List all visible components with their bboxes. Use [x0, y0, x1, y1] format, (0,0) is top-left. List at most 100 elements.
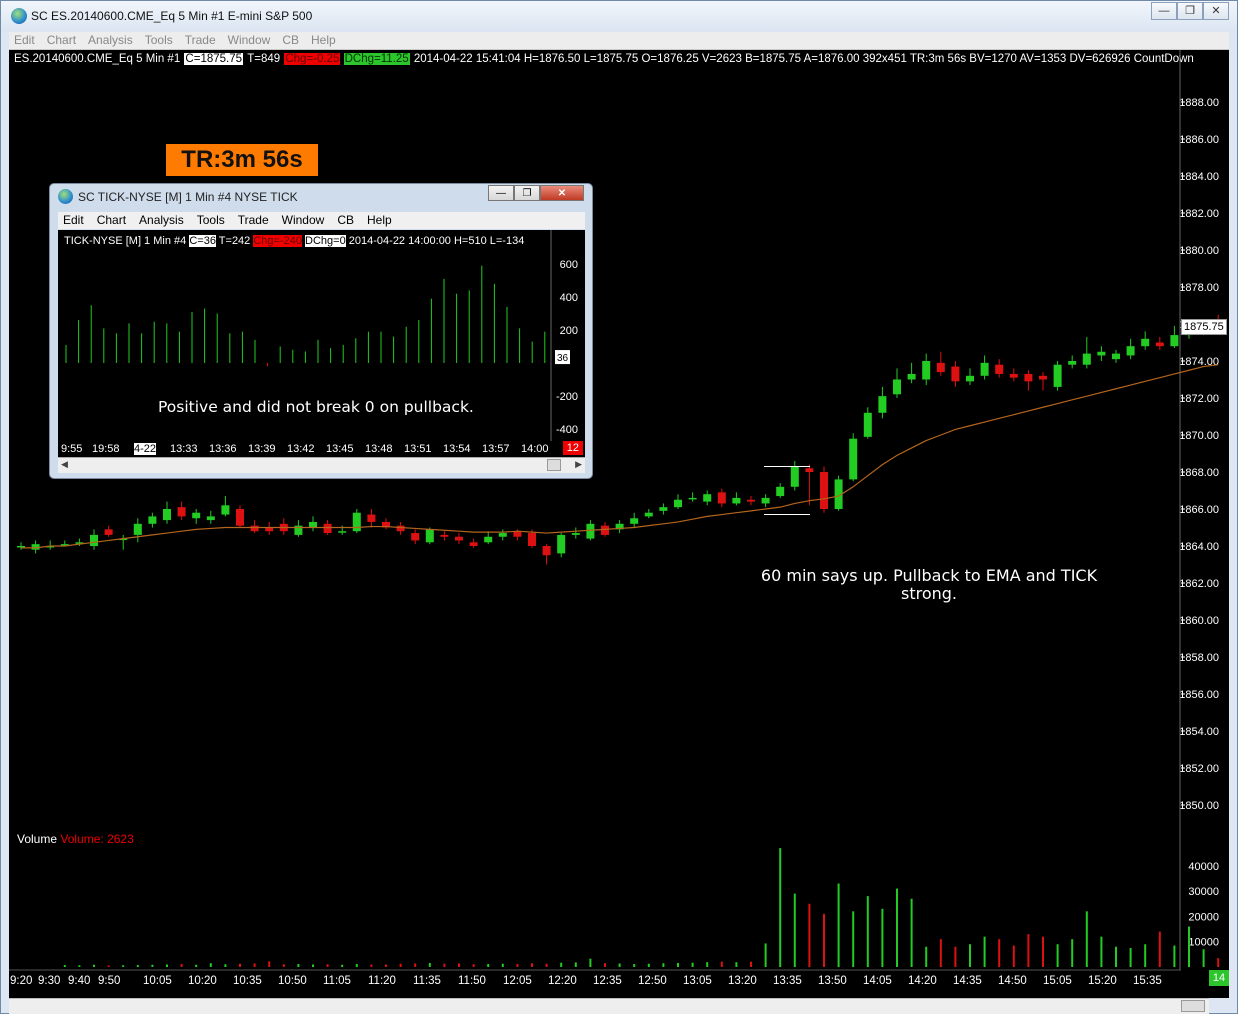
tick-axis-label: 600 [560, 259, 578, 271]
horizontal-scrollbar[interactable] [9, 998, 1209, 1014]
main-window: SC ES.20140600.CME_Eq 5 Min #1 E-mini S&… [0, 0, 1238, 1014]
sub-info-bar: TICK-NYSE [M] 1 Min #4 C=36 T=242 Chg=-2… [64, 235, 524, 247]
candle-body [440, 534, 449, 537]
candle-body [484, 536, 493, 543]
sub-window-title: SC TICK-NYSE [M] 1 Min #4 NYSE TICK [78, 190, 298, 204]
candle-body [455, 536, 463, 541]
candle-body [717, 492, 726, 504]
time-axis-label: 13:20 [728, 975, 757, 987]
candle-body [133, 523, 142, 535]
candle-body [1082, 353, 1091, 365]
price-axis-label: 1856.00 [1179, 689, 1219, 701]
tick-chart[interactable]: 600 400 200 -200 -400 36 TICK-NYSE [M] 1 Min … [58, 230, 585, 441]
sub-info-details: 2014-04-22 14:00:00 H=510 L=-134 [348, 235, 525, 247]
menu-window[interactable]: Window [223, 32, 278, 47]
price-axis-label: 1854.00 [1179, 726, 1219, 738]
sub-menu-trade[interactable]: Trade [233, 212, 277, 227]
candle-body [805, 468, 814, 472]
candle-body [995, 364, 1004, 374]
candle-body [192, 512, 201, 519]
time-axis-label: 12:35 [593, 975, 622, 987]
tick-axis-label: 200 [560, 325, 578, 337]
candle-body [1097, 351, 1106, 356]
candle-body [936, 362, 945, 373]
minimize-button[interactable]: — [1151, 2, 1177, 20]
volume-axis-label: 20000 [1188, 911, 1219, 923]
sub-minimize-button[interactable]: — [488, 185, 514, 201]
time-axis-label: 13:50 [818, 975, 847, 987]
sub-scrollbar[interactable]: ◀ ▶ [58, 457, 585, 473]
sub-restore-button[interactable]: ❐ [514, 185, 540, 201]
time-axis-label: 12:05 [503, 975, 532, 987]
candle-body [221, 505, 230, 515]
sub-menu-help[interactable]: Help [362, 212, 400, 227]
candle-body [571, 533, 580, 535]
sub-time-label: 19:58 [92, 443, 120, 455]
menu-edit[interactable]: Edit [9, 32, 42, 47]
price-axis-label: 1852.00 [1179, 763, 1219, 775]
menu-tools[interactable]: Tools [140, 32, 180, 47]
title-bar[interactable]: SC ES.20140600.CME_Eq 5 Min #1 E-mini S&… [1, 1, 1237, 31]
sub-menu-window[interactable]: Window [277, 212, 333, 227]
candle-body [1170, 335, 1179, 347]
candle-body [674, 499, 682, 508]
volume-axis-label: 30000 [1188, 886, 1219, 898]
volume-label: Volume [17, 832, 58, 846]
price-axis-label: 1866.00 [1179, 504, 1219, 516]
candle-body [323, 523, 332, 534]
sub-badge: 12 [562, 441, 583, 455]
current-price-tag: 1875.75 [1181, 319, 1227, 335]
sub-close-button[interactable]: ✕ [540, 185, 584, 201]
scroll-right-icon[interactable]: ▶ [575, 459, 582, 470]
candle-body [367, 514, 376, 522]
time-axis-label: 10:50 [278, 975, 307, 987]
menu-help[interactable]: Help [306, 32, 343, 47]
volume-value: Volume: 2623 [60, 832, 134, 846]
sub-menu-analysis[interactable]: Analysis [134, 212, 192, 227]
menu-trade[interactable]: Trade [180, 32, 223, 47]
tick-axis-label: -400 [556, 424, 578, 436]
time-axis-label: 10:05 [143, 975, 172, 987]
candle-body [338, 531, 347, 533]
price-axis-label: 1868.00 [1179, 467, 1219, 479]
menu-chart[interactable]: Chart [42, 32, 83, 47]
candle-body [1009, 373, 1018, 378]
time-axis-label: 15:05 [1043, 975, 1072, 987]
time-axis-label: 9:50 [98, 975, 120, 987]
sub-time-label: 13:57 [482, 443, 510, 455]
menu-analysis[interactable]: Analysis [83, 32, 140, 47]
price-axis-label: 1872.00 [1179, 393, 1219, 405]
sub-info-daily-change: DChg=0 [305, 235, 346, 247]
sub-menu-chart[interactable]: Chart [92, 212, 134, 227]
scroll-left-icon[interactable]: ◀ [61, 459, 68, 470]
candle-body [630, 518, 639, 524]
sub-info-trades: T=242 [218, 235, 251, 247]
sub-time-label: 13:54 [443, 443, 471, 455]
candle-body [586, 523, 595, 539]
scrollbar-thumb[interactable] [1181, 1000, 1205, 1012]
candle-body [849, 438, 858, 480]
tick-subwindow[interactable]: SC TICK-NYSE [M] 1 Min #4 NYSE TICK — ❐ … [49, 183, 593, 479]
price-axis-label: 1886.00 [1179, 134, 1219, 146]
candle-body [1039, 375, 1047, 380]
restore-button[interactable]: ❐ [1177, 2, 1203, 20]
sub-menu-edit[interactable]: Edit [58, 212, 92, 227]
sub-menu-tools[interactable]: Tools [192, 212, 233, 227]
price-axis-label: 1882.00 [1179, 208, 1219, 220]
sub-menu-cb[interactable]: CB [332, 212, 362, 227]
candle-body [893, 379, 901, 395]
close-button[interactable]: ✕ [1203, 2, 1229, 20]
time-axis-label: 15:20 [1088, 975, 1117, 987]
candle-body [951, 366, 960, 382]
candle-body [1112, 353, 1120, 360]
time-axis-label: 11:20 [368, 975, 396, 987]
candle-body [1126, 346, 1135, 356]
price-axis-label: 1858.00 [1179, 652, 1219, 664]
time-axis-label: 14:20 [908, 975, 937, 987]
price-axis-label: 1878.00 [1179, 282, 1219, 294]
menu-cb[interactable]: CB [277, 32, 306, 47]
time-axis-label: 14:50 [998, 975, 1027, 987]
sub-time-label: 13:51 [404, 443, 432, 455]
sub-scrollbar-thumb[interactable] [547, 459, 561, 471]
window-title: SC ES.20140600.CME_Eq 5 Min #1 E-mini S&… [31, 9, 313, 23]
